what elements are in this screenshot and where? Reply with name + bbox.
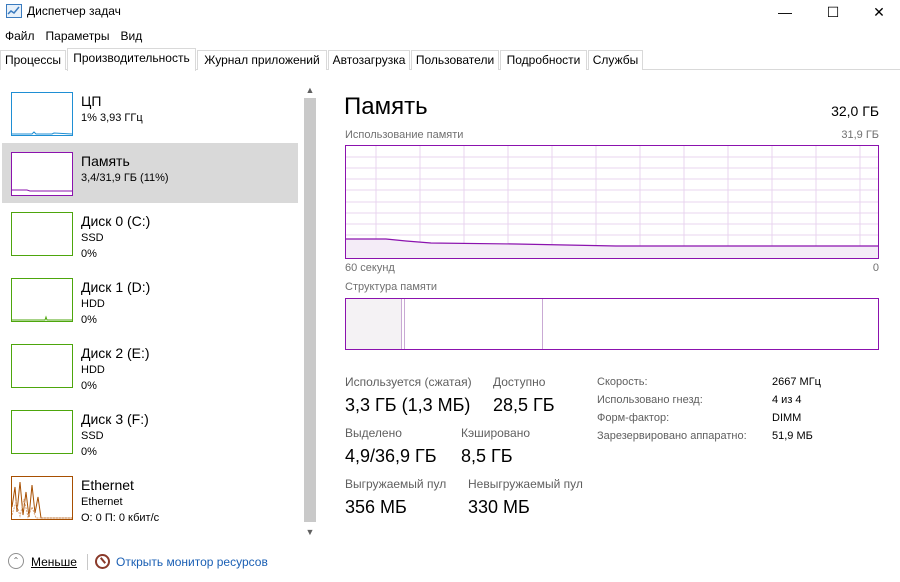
sidebar-item-disk-3[interactable]: Диск 3 (F:) SSD 0% — [2, 401, 298, 461]
memory-thumbnail-graph — [11, 152, 73, 196]
in-use-value: 3,3 ГБ (1,3 МБ) — [345, 395, 471, 415]
form-factor-label: Форм-фактор: — [597, 412, 670, 424]
sidebar-item-ethernet[interactable]: Ethernet Ethernet О: 0 П: 0 кбит/с — [2, 467, 298, 527]
graph-time-axis-start: 60 секунд — [345, 262, 395, 274]
sidebar-item-title: Память — [81, 153, 130, 169]
sidebar-item-usage: 0% — [81, 314, 97, 326]
speed-value: 2667 МГц — [772, 376, 821, 388]
committed-label: Выделено — [345, 426, 402, 440]
sidebar-item-adapter: Ethernet — [81, 496, 123, 508]
sidebar-item-title: Ethernet — [81, 477, 134, 493]
paged-pool-value: 356 МБ — [345, 497, 407, 517]
memory-usage-graph — [345, 145, 879, 259]
tab-app-history[interactable]: Журнал приложений — [197, 50, 327, 70]
hardware-reserved-value: 51,9 МБ — [772, 430, 813, 442]
footer-divider — [87, 554, 88, 570]
disk-thumbnail-graph — [11, 344, 73, 388]
sidebar-item-cpu[interactable]: ЦП 1% 3,93 ГГц — [2, 83, 298, 143]
fewer-details-link[interactable]: Меньше — [31, 555, 77, 569]
speed-label: Скорость: — [597, 376, 648, 388]
cached-label: Кэшировано — [461, 426, 531, 440]
sidebar-item-title: Диск 1 (D:) — [81, 279, 151, 295]
sidebar-item-usage: 0% — [81, 380, 97, 392]
tab-performance[interactable]: Производительность — [67, 48, 196, 71]
sidebar-item-memory[interactable]: Память 3,4/31,9 ГБ (11%) — [2, 143, 298, 203]
sidebar-item-title: Диск 0 (C:) — [81, 213, 151, 229]
task-manager-icon — [6, 4, 22, 18]
tab-users[interactable]: Пользователи — [411, 50, 499, 70]
window-title: Диспетчер задач — [27, 4, 121, 18]
minimize-button[interactable]: — — [762, 0, 808, 24]
memory-composition-bar — [345, 298, 879, 350]
sidebar-item-detail: 3,4/31,9 ГБ (11%) — [81, 172, 169, 184]
cpu-thumbnail-graph — [11, 92, 73, 136]
sidebar-scrollbar[interactable]: ▲ ▼ — [302, 82, 318, 540]
nonpaged-pool-label: Невыгружаемый пул — [468, 477, 583, 491]
tab-startup[interactable]: Автозагрузка — [328, 50, 410, 70]
sidebar-item-usage: 0% — [81, 248, 97, 260]
sidebar-item-type: HDD — [81, 364, 105, 376]
graph-time-axis-end: 0 — [872, 262, 879, 274]
scrollbar-thumb[interactable] — [304, 98, 316, 522]
sidebar-item-disk-2[interactable]: Диск 2 (E:) HDD 0% — [2, 335, 298, 395]
sidebar-item-type: SSD — [81, 232, 104, 244]
menu-view[interactable]: Вид — [115, 27, 148, 45]
slots-label: Использовано гнезд: — [597, 394, 703, 406]
available-label: Доступно — [493, 375, 546, 389]
form-factor-value: DIMM — [772, 412, 802, 424]
nonpaged-pool-value: 330 МБ — [468, 497, 530, 517]
sidebar-item-title: ЦП — [81, 93, 102, 109]
available-value: 28,5 ГБ — [493, 395, 555, 415]
resource-monitor-icon[interactable] — [95, 554, 110, 569]
usage-graph-label: Использование памяти — [345, 129, 464, 141]
scroll-down-arrow-icon[interactable]: ▼ — [302, 524, 318, 540]
close-button[interactable]: ✕ — [856, 0, 900, 24]
sidebar-item-disk-0[interactable]: Диск 0 (C:) SSD 0% — [2, 203, 298, 263]
open-resource-monitor-link[interactable]: Открыть монитор ресурсов — [116, 555, 268, 569]
menu-bar: Файл Параметры Вид — [0, 27, 148, 45]
committed-value: 4,9/36,9 ГБ — [345, 446, 437, 466]
maximize-button[interactable]: ☐ — [810, 0, 856, 24]
slots-value: 4 из 4 — [772, 394, 802, 406]
tab-processes[interactable]: Процессы — [0, 50, 66, 70]
sidebar-item-type: SSD — [81, 430, 104, 442]
sidebar-item-type: HDD — [81, 298, 105, 310]
resource-list: ЦП 1% 3,93 ГГц Память 3,4/31,9 ГБ (11%) … — [0, 80, 318, 540]
sidebar-item-disk-1[interactable]: Диск 1 (D:) HDD 0% — [2, 269, 298, 329]
disk-thumbnail-graph — [11, 278, 73, 322]
disk-thumbnail-graph — [11, 212, 73, 256]
footer: ⌃ Меньше Открыть монитор ресурсов — [0, 550, 900, 578]
memory-total: 32,0 ГБ — [831, 103, 879, 119]
sidebar-item-detail: 1% 3,93 ГГц — [81, 112, 143, 124]
title-bar: Диспетчер задач — ☐ ✕ — [0, 0, 900, 24]
sidebar-item-usage: 0% — [81, 446, 97, 458]
page-title: Память — [344, 93, 428, 120]
tab-services[interactable]: Службы — [588, 50, 643, 70]
usage-graph-max: 31,9 ГБ — [841, 129, 879, 141]
tab-details[interactable]: Подробности — [500, 50, 587, 70]
disk-thumbnail-graph — [11, 410, 73, 454]
chevron-up-icon[interactable]: ⌃ — [8, 553, 24, 569]
menu-options[interactable]: Параметры — [41, 27, 116, 45]
ethernet-thumbnail-graph — [11, 476, 73, 520]
sidebar-item-throughput: О: 0 П: 0 кбит/с — [81, 512, 160, 524]
composition-in-use — [346, 299, 402, 349]
sidebar-item-title: Диск 2 (E:) — [81, 345, 150, 361]
composition-standby — [405, 299, 543, 349]
sidebar-item-title: Диск 3 (F:) — [81, 411, 149, 427]
hardware-reserved-label: Зарезервировано аппаратно: — [597, 430, 747, 442]
tab-bar: Процессы Производительность Журнал прило… — [0, 48, 900, 71]
menu-file[interactable]: Файл — [0, 27, 41, 45]
structure-label: Структура памяти — [345, 281, 438, 293]
in-use-label: Используется (сжатая) — [345, 375, 472, 389]
scroll-up-arrow-icon[interactable]: ▲ — [302, 82, 318, 98]
cached-value: 8,5 ГБ — [461, 446, 513, 466]
paged-pool-label: Выгружаемый пул — [345, 477, 447, 491]
